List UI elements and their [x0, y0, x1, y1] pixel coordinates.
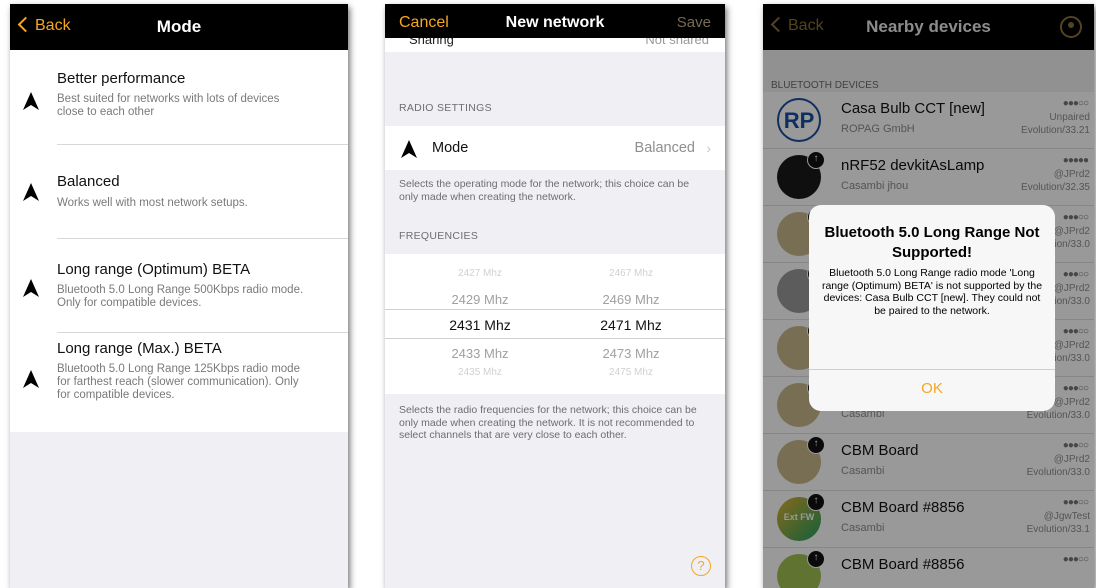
picker-selection-line	[385, 309, 725, 310]
chevron-right-icon: ›	[706, 140, 711, 156]
mode-option-better-performance[interactable]: Better performance Best suited for netwo…	[10, 70, 348, 150]
mode-option-long-range-optimum[interactable]: Long range (Optimum) BETA Bluetooth 5.0 …	[10, 261, 348, 331]
divider	[57, 332, 348, 333]
mode-row[interactable]: Mode Balanced ›	[385, 126, 725, 170]
navigation-arrow-icon	[23, 183, 39, 201]
picker-left-item[interactable]: 2433 Mhz	[420, 346, 540, 361]
help-icon[interactable]: ?	[691, 556, 711, 576]
mode-list: Better performance Best suited for netwo…	[10, 50, 348, 432]
mode-value: Balanced	[634, 140, 695, 156]
picker-left-item[interactable]: 2435 Mhz	[420, 367, 540, 378]
sharing-value: Not shared	[645, 38, 709, 47]
navbar: Back Mode	[10, 4, 348, 50]
mode-description: Bluetooth 5.0 Long Range 500Kbps radio m…	[57, 284, 304, 309]
picker-left-item[interactable]: 2427 Mhz	[420, 268, 540, 279]
mode-title: Long range (Optimum) BETA	[57, 261, 251, 278]
picker-selection-line	[385, 338, 725, 339]
divider	[809, 369, 1055, 370]
divider	[57, 144, 348, 145]
new-network-screen: Sharing Not shared Cancel New network Sa…	[385, 4, 725, 588]
nearby-devices-screen: Back Nearby devices BLUETOOTH DEVICES RP…	[763, 4, 1094, 588]
alert-title: Bluetooth 5.0 Long Range Not Supported!	[824, 224, 1040, 261]
mode-footer: Selects the operating mode for the netwo…	[399, 178, 690, 203]
mode-description: Best suited for networks with lots of de…	[57, 93, 280, 118]
mode-title: Better performance	[57, 70, 186, 87]
picker-left-item[interactable]: 2429 Mhz	[420, 292, 540, 307]
mode-option-balanced[interactable]: Balanced Works well with most network se…	[10, 173, 348, 243]
navbar: Cancel New network Save	[385, 4, 725, 38]
mode-title: Balanced	[57, 173, 120, 190]
alert-dialog: Bluetooth 5.0 Long Range Not Supported! …	[809, 205, 1055, 411]
frequency-picker[interactable]: 2427 Mhz 2429 Mhz 2431 Mhz 2433 Mhz 2435…	[385, 254, 725, 394]
mode-title: Long range (Max.) BETA	[57, 340, 222, 357]
picker-right-item[interactable]: 2473 Mhz	[571, 346, 691, 361]
ok-button[interactable]: OK	[809, 380, 1055, 397]
sharing-row[interactable]: Sharing Not shared	[385, 38, 725, 52]
navbar-dim-overlay	[763, 4, 1094, 50]
navigation-arrow-icon	[23, 92, 39, 110]
save-button[interactable]: Save	[677, 14, 711, 31]
picker-right-item[interactable]: 2469 Mhz	[571, 292, 691, 307]
mode-option-long-range-max[interactable]: Long range (Max.) BETA Bluetooth 5.0 Lon…	[10, 340, 348, 430]
page-title: New network	[505, 14, 605, 31]
picker-right-item[interactable]: 2475 Mhz	[571, 367, 691, 378]
navigation-arrow-icon	[23, 370, 39, 388]
frequency-footer: Selects the radio frequencies for the ne…	[399, 404, 697, 441]
section-header-frequencies: FREQUENCIES	[399, 230, 479, 242]
picker-left-selected[interactable]: 2431 Mhz	[420, 317, 540, 333]
mode-screen: Back Mode Better performance Best suited…	[10, 4, 348, 588]
mode-description: Bluetooth 5.0 Long Range 125Kbps radio m…	[57, 363, 300, 401]
section-header-radio: RADIO SETTINGS	[399, 102, 492, 114]
mode-description: Works well with most network setups.	[57, 197, 248, 209]
sharing-label: Sharing	[409, 38, 454, 47]
navigation-arrow-icon	[23, 279, 39, 297]
page-title: Mode	[156, 17, 202, 36]
navigation-arrow-icon	[401, 140, 417, 158]
mode-label: Mode	[432, 140, 469, 156]
divider	[57, 238, 348, 239]
alert-message: Bluetooth 5.0 Long Range radio mode 'Lon…	[821, 267, 1043, 317]
picker-right-selected[interactable]: 2471 Mhz	[571, 317, 691, 333]
picker-right-item[interactable]: 2467 Mhz	[571, 268, 691, 279]
